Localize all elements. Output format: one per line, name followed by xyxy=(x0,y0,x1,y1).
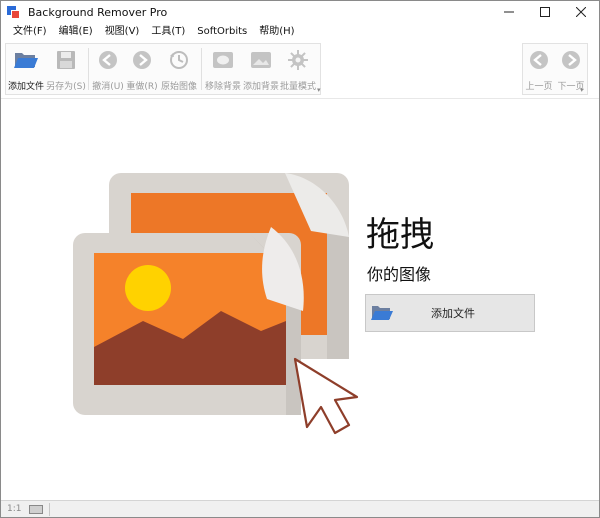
gear-icon xyxy=(285,47,311,73)
add-background-icon xyxy=(248,47,274,73)
window-controls xyxy=(491,1,599,23)
save-disk-icon xyxy=(53,47,79,73)
image-drop-zone[interactable]: 拖拽 你的图像 添加文件 xyxy=(1,98,599,500)
title-bar: Background Remover Pro xyxy=(1,1,599,23)
undo-button[interactable]: 撤消(U) xyxy=(91,44,125,94)
original-image-label: 原始图像 xyxy=(160,82,197,92)
open-folder-icon xyxy=(13,47,39,73)
minimize-icon xyxy=(504,11,514,13)
drop-images-illustration-icon xyxy=(73,173,359,435)
status-bar: 1:1 xyxy=(1,500,599,517)
arrow-right-icon xyxy=(558,47,584,73)
drop-subtitle: 你的图像 xyxy=(367,265,432,284)
zoom-level: 1:1 xyxy=(7,504,22,514)
toolbar-separator xyxy=(88,48,89,90)
batch-mode-button[interactable]: 批量模式 xyxy=(280,44,316,94)
app-window: Background Remover Pro 文件(F) 编辑(E) 视图(V)… xyxy=(0,0,600,518)
menu-tools[interactable]: 工具(T) xyxy=(145,23,191,41)
add-file-label: 添加文件 xyxy=(7,82,44,92)
remove-background-button[interactable]: 移除背景 xyxy=(204,44,242,94)
maximize-button[interactable] xyxy=(527,1,563,23)
menu-view[interactable]: 视图(V) xyxy=(99,23,146,41)
add-background-button[interactable]: 添加背景 xyxy=(242,44,280,94)
add-background-label: 添加背景 xyxy=(242,82,279,92)
window-title: Background Remover Pro xyxy=(28,5,168,19)
redo-label: 重做(R) xyxy=(126,82,158,92)
save-as-label: 另存为(S) xyxy=(46,82,86,92)
menu-help[interactable]: 帮助(H) xyxy=(253,23,300,41)
prev-page-button[interactable]: 上一页 xyxy=(523,44,555,94)
open-folder-icon xyxy=(371,306,393,320)
status-divider xyxy=(49,502,51,516)
undo-label: 撤消(U) xyxy=(92,82,124,92)
remove-background-label: 移除背景 xyxy=(204,82,241,92)
remove-background-icon xyxy=(210,47,236,73)
menu-bar: 文件(F) 编辑(E) 视图(V) 工具(T) SoftOrbits 帮助(H) xyxy=(1,23,599,41)
toolbar: 添加文件 另存为(S) 撤消(U) 重做(R) 原始图像 移除背景 添加背景 批… xyxy=(1,41,599,97)
batch-mode-label: 批量模式 xyxy=(280,82,317,92)
prev-page-label: 上一页 xyxy=(525,82,553,92)
add-file-large-button[interactable]: 添加文件 xyxy=(365,294,535,332)
app-logo-icon xyxy=(7,5,20,19)
toolbar-overflow-icon[interactable]: ▾ xyxy=(317,86,321,94)
close-icon xyxy=(576,7,586,17)
maximize-icon xyxy=(540,7,550,17)
drop-title: 拖拽 xyxy=(366,215,434,255)
original-image-button[interactable]: 原始图像 xyxy=(159,44,199,94)
toolbar-nav-group: 上一页 下一页 ▾ xyxy=(522,43,588,95)
save-as-button[interactable]: 另存为(S) xyxy=(46,44,86,94)
redo-button[interactable]: 重做(R) xyxy=(125,44,159,94)
redo-arrow-icon xyxy=(129,47,155,73)
menu-softorbits[interactable]: SoftOrbits xyxy=(191,23,253,41)
minimize-button[interactable] xyxy=(491,1,527,23)
arrow-left-icon xyxy=(526,47,552,73)
zoom-slider[interactable] xyxy=(29,504,44,514)
toolbar-overflow-icon[interactable]: ▾ xyxy=(580,86,584,94)
menu-edit[interactable]: 编辑(E) xyxy=(53,23,99,41)
toolbar-separator xyxy=(201,48,202,90)
history-clock-icon xyxy=(166,47,192,73)
close-button[interactable] xyxy=(563,1,599,23)
toolbar-main-group: 添加文件 另存为(S) 撤消(U) 重做(R) 原始图像 移除背景 添加背景 批… xyxy=(5,43,321,95)
undo-arrow-icon xyxy=(95,47,121,73)
add-file-large-label: 添加文件 xyxy=(431,307,475,320)
add-file-button[interactable]: 添加文件 xyxy=(6,44,46,94)
menu-file[interactable]: 文件(F) xyxy=(7,23,53,41)
